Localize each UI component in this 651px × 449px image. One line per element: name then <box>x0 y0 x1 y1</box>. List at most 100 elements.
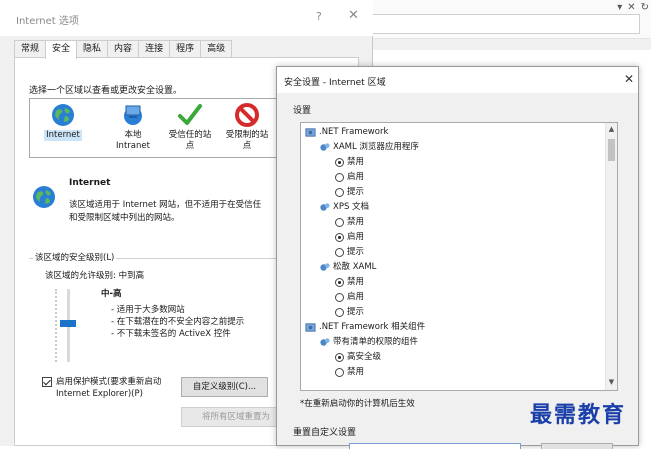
tab-connections[interactable]: 连接 <box>138 40 171 58</box>
intranet-icon <box>124 105 142 125</box>
option-label: 禁用 <box>347 157 365 167</box>
zone-internet[interactable]: Internet <box>32 102 94 156</box>
radio-button[interactable] <box>335 158 344 167</box>
radio-button[interactable] <box>335 308 344 317</box>
scroll-up-icon[interactable]: ▲ <box>606 125 617 133</box>
level-name: 中-高 <box>101 289 122 299</box>
slider-thumb[interactable] <box>60 320 76 327</box>
zone-restricted-sites[interactable]: 受限制的站 点 <box>216 102 278 156</box>
list-item[interactable]: XAML 浏览器应用程序 <box>319 140 419 155</box>
radio-button[interactable] <box>335 368 344 377</box>
list-item[interactable]: 禁用 <box>335 155 364 170</box>
gear-icon <box>320 263 330 271</box>
radio-button[interactable] <box>335 188 344 197</box>
list-item[interactable]: 带有清单的权限的组件 <box>319 335 418 350</box>
radio-button[interactable] <box>335 248 344 257</box>
list-item[interactable]: 启用 <box>335 230 364 245</box>
zone-trusted-sites[interactable]: 受信任的站 点 <box>159 102 221 156</box>
option-label: 启用 <box>347 232 365 242</box>
zone-label: 本地 <box>124 130 142 140</box>
list-item[interactable]: 启用 <box>335 170 364 185</box>
option-label: 提示 <box>347 187 365 197</box>
list-item[interactable]: 启用 <box>335 290 364 305</box>
radio-button[interactable] <box>335 233 344 242</box>
settings-section-icon <box>305 323 316 332</box>
gear-icon <box>320 203 330 211</box>
gear-icon <box>320 143 330 151</box>
list-item[interactable]: 禁用 <box>335 365 364 380</box>
stop-icon[interactable]: ✕ <box>627 2 635 13</box>
section-label: NET Framework 相关组件 <box>321 322 426 332</box>
list-item[interactable]: 提示 <box>335 245 364 260</box>
protected-mode-checkbox[interactable] <box>42 377 52 387</box>
radio-button[interactable] <box>335 218 344 227</box>
security-settings-dialog: 安全设置 - Internet 区域 ✕ 设置 . NET Framework X… <box>276 66 639 449</box>
list-item[interactable]: 高安全级 <box>335 350 381 365</box>
tab-security[interactable]: 安全 <box>45 40 78 59</box>
security-settings-titlebar: 安全设置 - Internet 区域 ✕ <box>277 67 638 93</box>
protected-mode-option[interactable]: 启用保护模式(要求重新启动 Internet Explorer)(P) <box>42 376 161 400</box>
settings-section-icon <box>305 128 316 137</box>
group-label: XPS 文档 <box>333 202 370 212</box>
reset-all-zones-button[interactable]: 将所有区域重置为 <box>181 407 291 427</box>
scrollbar-thumb[interactable] <box>608 139 615 161</box>
list-item[interactable]: 禁用 <box>335 215 364 230</box>
tab-advanced[interactable]: 高级 <box>200 40 233 58</box>
dropdown-icon[interactable]: ▾ <box>617 2 622 13</box>
option-label: 提示 <box>347 307 365 317</box>
option-label: 高安全级 <box>347 352 382 362</box>
protected-mode-line: 启用保护模式(要求重新启动 <box>56 377 162 387</box>
list-item[interactable]: 提示 <box>335 185 364 200</box>
group-label: 带有清单的权限的组件 <box>333 337 419 347</box>
close-icon[interactable]: ✕ <box>348 8 359 23</box>
option-label: 提示 <box>347 247 365 257</box>
tab-content[interactable]: 内容 <box>107 40 140 58</box>
browser-toolbar: ▾ ✕ ↻ <box>372 0 651 50</box>
zone-info-title: Internet <box>69 178 111 188</box>
level-point: - 在下载潜在的不安全内容之前提示 <box>111 317 245 327</box>
scroll-down-icon[interactable]: ▼ <box>606 378 617 386</box>
radio-button[interactable] <box>335 353 344 362</box>
allowed-level-text: 该区域的允许级别: 中到高 <box>45 271 145 281</box>
group-label: 松散 XAML <box>333 262 377 272</box>
dialog-title: 安全设置 - Internet 区域 <box>284 78 386 88</box>
zone-label: 受信任的站 <box>168 130 212 140</box>
list-item[interactable]: 松散 XAML <box>319 260 376 275</box>
window-title: Internet 选项 <box>16 16 79 27</box>
custom-level-button[interactable]: 自定义级别(C)... <box>181 377 268 397</box>
list-item[interactable]: . NET Framework <box>305 125 388 140</box>
tab-general[interactable]: 常规 <box>14 40 47 58</box>
settings-list[interactable]: . NET Framework XAML 浏览器应用程序 禁用 启用 提示 XPS… <box>300 122 618 391</box>
tab-programs[interactable]: 程序 <box>169 40 202 58</box>
refresh-icon[interactable]: ↻ <box>641 2 649 13</box>
list-item[interactable]: 禁用 <box>335 275 364 290</box>
watermark-logo: 最需教育 <box>530 402 627 428</box>
zone-intranet[interactable]: 本地 Intranet <box>102 102 164 156</box>
options-tabs: 常规 安全 隐私 内容 连接 程序 高级 <box>14 40 233 59</box>
list-item[interactable]: . NET Framework 相关组件 <box>305 320 425 335</box>
tab-privacy[interactable]: 隐私 <box>76 40 109 58</box>
option-label: 启用 <box>347 172 365 182</box>
reset-level-select[interactable] <box>349 443 521 449</box>
globe-icon <box>33 186 55 208</box>
radio-button[interactable] <box>335 293 344 302</box>
gear-icon <box>320 338 330 346</box>
address-bar[interactable] <box>372 14 640 34</box>
section-label: NET Framework <box>321 127 389 137</box>
list-item[interactable]: XPS 文档 <box>319 200 369 215</box>
globe-icon <box>52 104 74 126</box>
radio-button[interactable] <box>335 278 344 287</box>
protected-mode-label: 启用保护模式(要求重新启动 Internet Explorer)(P) <box>56 376 161 400</box>
slider-ticks <box>55 289 59 362</box>
address-bar-buttons: ▾ ✕ ↻ <box>617 2 649 13</box>
settings-scrollbar[interactable]: ▲ ▼ <box>605 123 617 390</box>
option-label: 禁用 <box>347 367 365 377</box>
reset-button[interactable] <box>541 443 613 449</box>
check-icon <box>178 104 202 125</box>
list-item[interactable]: 提示 <box>335 305 364 320</box>
option-label: 启用 <box>347 292 365 302</box>
close-icon[interactable]: ✕ <box>624 72 634 86</box>
help-icon[interactable]: ? <box>316 10 322 23</box>
level-description: - 适用于大多数网站 - 在下载潜在的不安全内容之前提示 - 不下载未签名的 A… <box>111 304 244 340</box>
radio-button[interactable] <box>335 173 344 182</box>
